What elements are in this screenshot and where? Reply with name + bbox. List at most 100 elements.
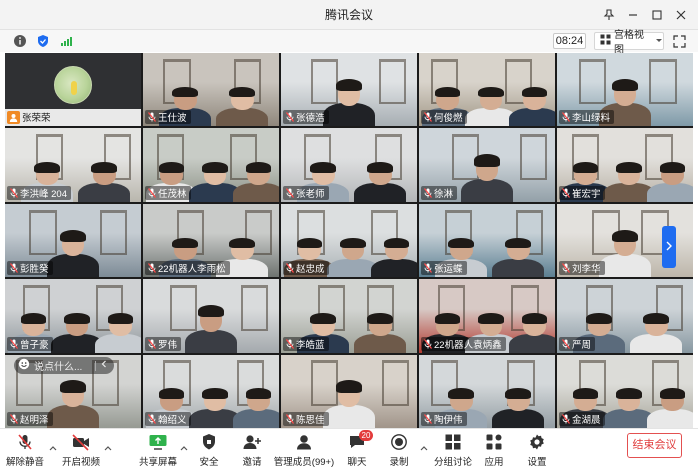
video-tile[interactable]: 何俊燃 — [419, 53, 555, 127]
participant-name: 张德浩 — [296, 113, 325, 125]
video-tile[interactable]: 崔宏宇 — [557, 128, 693, 202]
chevron-up-icon[interactable] — [104, 444, 112, 452]
members-icon — [293, 432, 315, 452]
video-tile[interactable]: 任茂林 — [143, 128, 279, 202]
participant-name-tag: 严周 — [559, 336, 596, 351]
participant-name-tag: 崔宏宇 — [559, 185, 605, 200]
video-tile[interactable]: 李皓蓝 — [281, 279, 417, 353]
participant-name-tag: 22机器人袁炳鑫 — [421, 336, 506, 351]
participant-figure — [646, 162, 693, 202]
view-mode-button[interactable]: 宫格视图 — [594, 30, 664, 56]
meeting-toolbar: 解除静音 开启视频 共享屏幕 安全 邀请 管理成员(99+) 20 聊天 录制 … — [0, 428, 698, 470]
unmute-button[interactable]: 解除静音 — [2, 432, 48, 468]
invite-button[interactable]: 邀请 — [229, 432, 275, 468]
participant-name-tag: 刘李华 — [559, 261, 605, 276]
mic-muted-icon — [285, 414, 294, 425]
security-button[interactable]: 安全 — [186, 432, 232, 468]
video-tile[interactable]: 陈思佳 — [281, 354, 417, 428]
participant-panel-toggle[interactable] — [662, 226, 676, 268]
video-tile[interactable]: 李洪峰 204 — [5, 128, 141, 202]
participant-name-tag: 张德浩 — [283, 110, 329, 125]
chat-unread-badge: 20 — [359, 430, 373, 441]
start-video-button[interactable]: 开启视频 — [58, 432, 104, 468]
pin-icon[interactable] — [598, 5, 620, 25]
video-tile[interactable]: 张荣荣 — [5, 53, 141, 127]
participant-name-tag: 李山绿料 — [559, 110, 615, 125]
chat-label: 聊天 — [347, 457, 367, 468]
avatar — [54, 66, 92, 105]
video-tile[interactable]: 张德浩 — [281, 53, 417, 127]
settings-button[interactable]: 设置 — [514, 432, 560, 468]
participant-figure — [47, 380, 99, 428]
video-tile[interactable]: 22机器人袁炳鑫 — [419, 279, 555, 353]
record-button[interactable]: 录制 — [376, 432, 422, 468]
video-tile[interactable]: 李山绿料 — [557, 53, 693, 127]
video-tile[interactable]: 张运蝶 — [419, 203, 555, 278]
participant-figure — [232, 162, 279, 202]
video-tile[interactable]: 严周 — [557, 279, 693, 353]
background-bunk-bed — [519, 134, 547, 180]
participant-name-tag: 李洪峰 204 — [7, 185, 71, 200]
participant-name: 刘李华 — [572, 264, 601, 276]
video-tile[interactable]: 翰绍义 — [143, 354, 279, 428]
unmute-label: 解除静音 — [5, 457, 44, 468]
video-tile[interactable]: 罗伟 — [143, 279, 279, 353]
maximize-icon[interactable] — [646, 5, 668, 25]
participant-figure — [630, 313, 683, 353]
video-tile[interactable]: 陶伊伟 — [419, 354, 555, 428]
minimize-icon[interactable] — [622, 5, 644, 25]
participant-name: 陶伊伟 — [434, 415, 463, 426]
invite-label: 邀请 — [242, 457, 262, 468]
participant-name: 任茂林 — [158, 188, 187, 200]
participant-figure — [508, 86, 555, 127]
fullscreen-icon[interactable] — [671, 33, 687, 49]
mic-muted-icon — [9, 187, 18, 198]
participant-name-tag: 罗伟 — [145, 336, 182, 351]
info-icon[interactable] — [12, 33, 27, 48]
participant-name: 罗伟 — [158, 339, 178, 351]
mic-muted-icon — [561, 414, 570, 425]
chat-button[interactable]: 20 聊天 — [334, 430, 380, 468]
shield-icon[interactable] — [35, 33, 50, 48]
chevron-left-icon[interactable] — [100, 360, 108, 371]
record-icon — [388, 432, 410, 452]
apps-button[interactable]: 应用 — [471, 432, 517, 468]
manage-members-button[interactable]: 管理成员(99+) — [274, 432, 334, 468]
mic-muted-icon — [9, 414, 18, 425]
video-tile[interactable]: 张老师 — [281, 128, 417, 202]
participant-name: 李皓蓝 — [296, 339, 325, 351]
video-tile[interactable]: 金湖晨 — [557, 354, 693, 428]
chevron-up-icon[interactable] — [420, 444, 428, 452]
background-bunk-bed — [378, 58, 407, 105]
mic-muted-icon — [285, 112, 294, 123]
participant-name: 何俊燃 — [434, 113, 463, 125]
end-meeting-button[interactable]: 结束会议 — [627, 433, 682, 458]
participant-name-tag: 张老师 — [283, 185, 329, 200]
participant-figure — [646, 388, 693, 428]
participant-name-tag: 曾子豪 — [7, 336, 53, 351]
participant-name-tag: 赵忠成 — [283, 261, 329, 276]
video-tile[interactable]: 彭胜癸 — [5, 203, 141, 278]
apps-icon — [483, 432, 505, 452]
mic-muted-icon — [285, 187, 294, 198]
close-icon[interactable] — [670, 5, 692, 25]
video-tile[interactable]: 赵忠成 — [281, 203, 417, 278]
share-screen-button[interactable]: 共享屏幕 — [135, 432, 181, 468]
participant-name-tag: 何俊燃 — [421, 110, 467, 125]
view-mode-label: 宫格视图 — [614, 30, 644, 56]
window-controls — [598, 5, 692, 25]
participant-name: 22机器人袁炳鑫 — [434, 339, 502, 351]
shield-icon — [198, 432, 220, 452]
participant-name-tag: 翰绍义 — [145, 412, 191, 426]
participant-figure — [323, 78, 375, 127]
video-tile[interactable]: 王仕波 — [143, 53, 279, 127]
emoji-icon[interactable] — [18, 358, 30, 373]
mic-muted-icon — [14, 432, 36, 452]
video-tile[interactable]: 曾子豪 — [5, 279, 141, 353]
participant-name: 崔宏宇 — [572, 188, 601, 200]
video-tile[interactable]: 徐淋 — [419, 128, 555, 202]
video-tile[interactable]: 22机器人李雨松 — [143, 203, 279, 278]
chat-quick-input[interactable]: 说点什么... — [14, 357, 114, 374]
chevron-up-icon[interactable] — [49, 444, 57, 452]
signal-icon[interactable] — [58, 33, 73, 48]
